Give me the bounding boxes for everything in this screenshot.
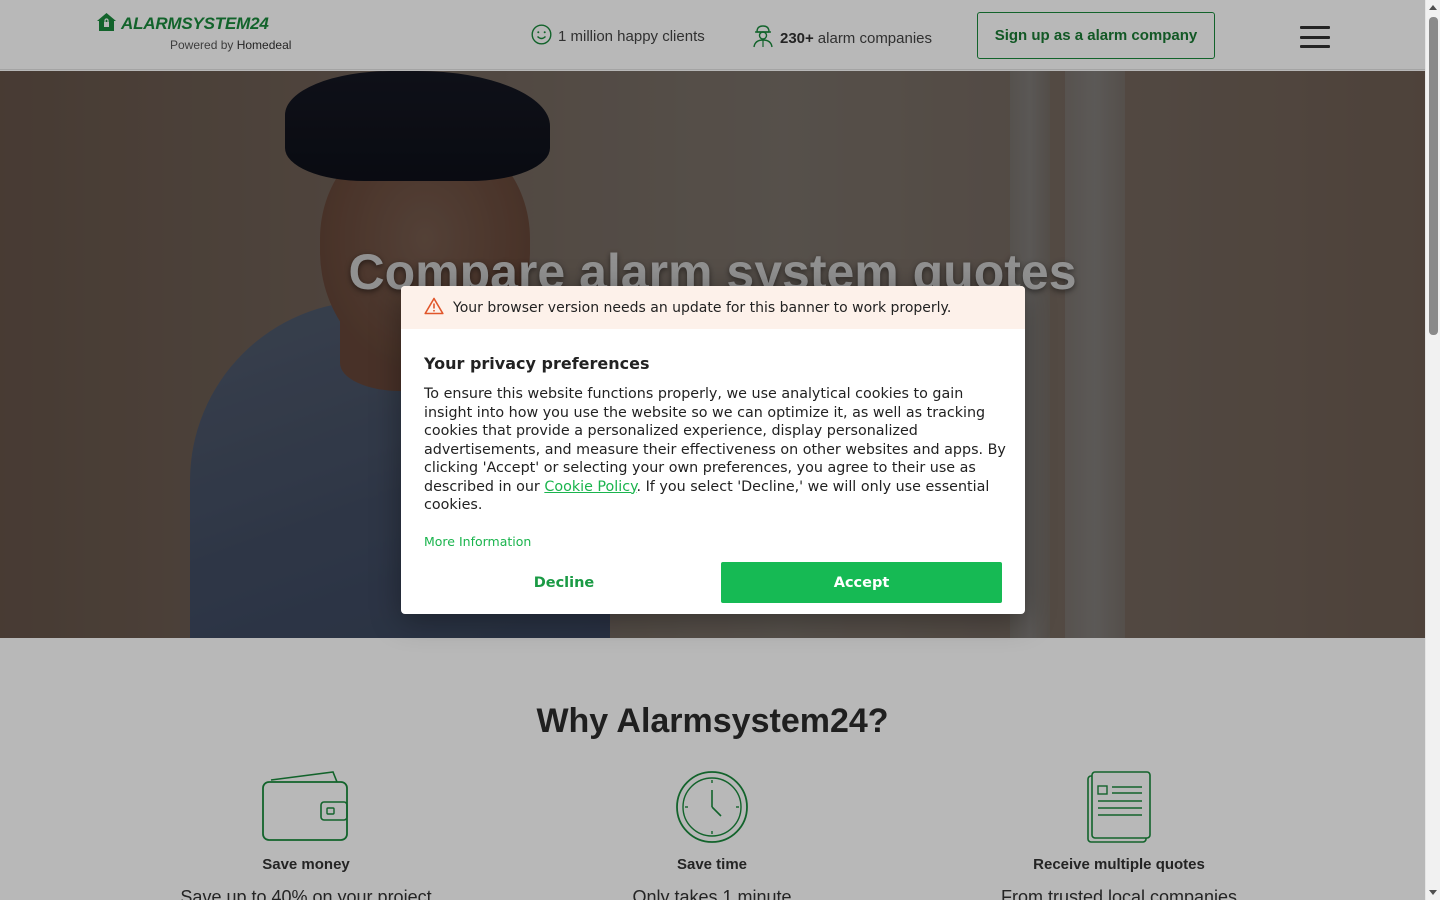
decline-button[interactable]: Decline: [424, 562, 704, 603]
scroll-up-arrow-icon[interactable]: [1429, 5, 1437, 10]
scrollbar-thumb[interactable]: [1429, 17, 1438, 335]
warning-triangle-icon: [424, 297, 453, 319]
cookie-consent-modal: Your browser version needs an update for…: [401, 286, 1025, 614]
browser-warning-banner: Your browser version needs an update for…: [401, 286, 1025, 329]
cookie-policy-link[interactable]: Cookie Policy: [544, 479, 636, 495]
modal-body-text: To ensure this website functions properl…: [424, 385, 1009, 515]
accept-button[interactable]: Accept: [721, 562, 1002, 603]
warning-text: Your browser version needs an update for…: [453, 299, 952, 316]
more-information-link[interactable]: More Information: [424, 534, 531, 549]
modal-title: Your privacy preferences: [424, 354, 650, 373]
scroll-down-arrow-icon[interactable]: [1429, 890, 1437, 895]
page-scrollbar[interactable]: [1425, 0, 1440, 900]
